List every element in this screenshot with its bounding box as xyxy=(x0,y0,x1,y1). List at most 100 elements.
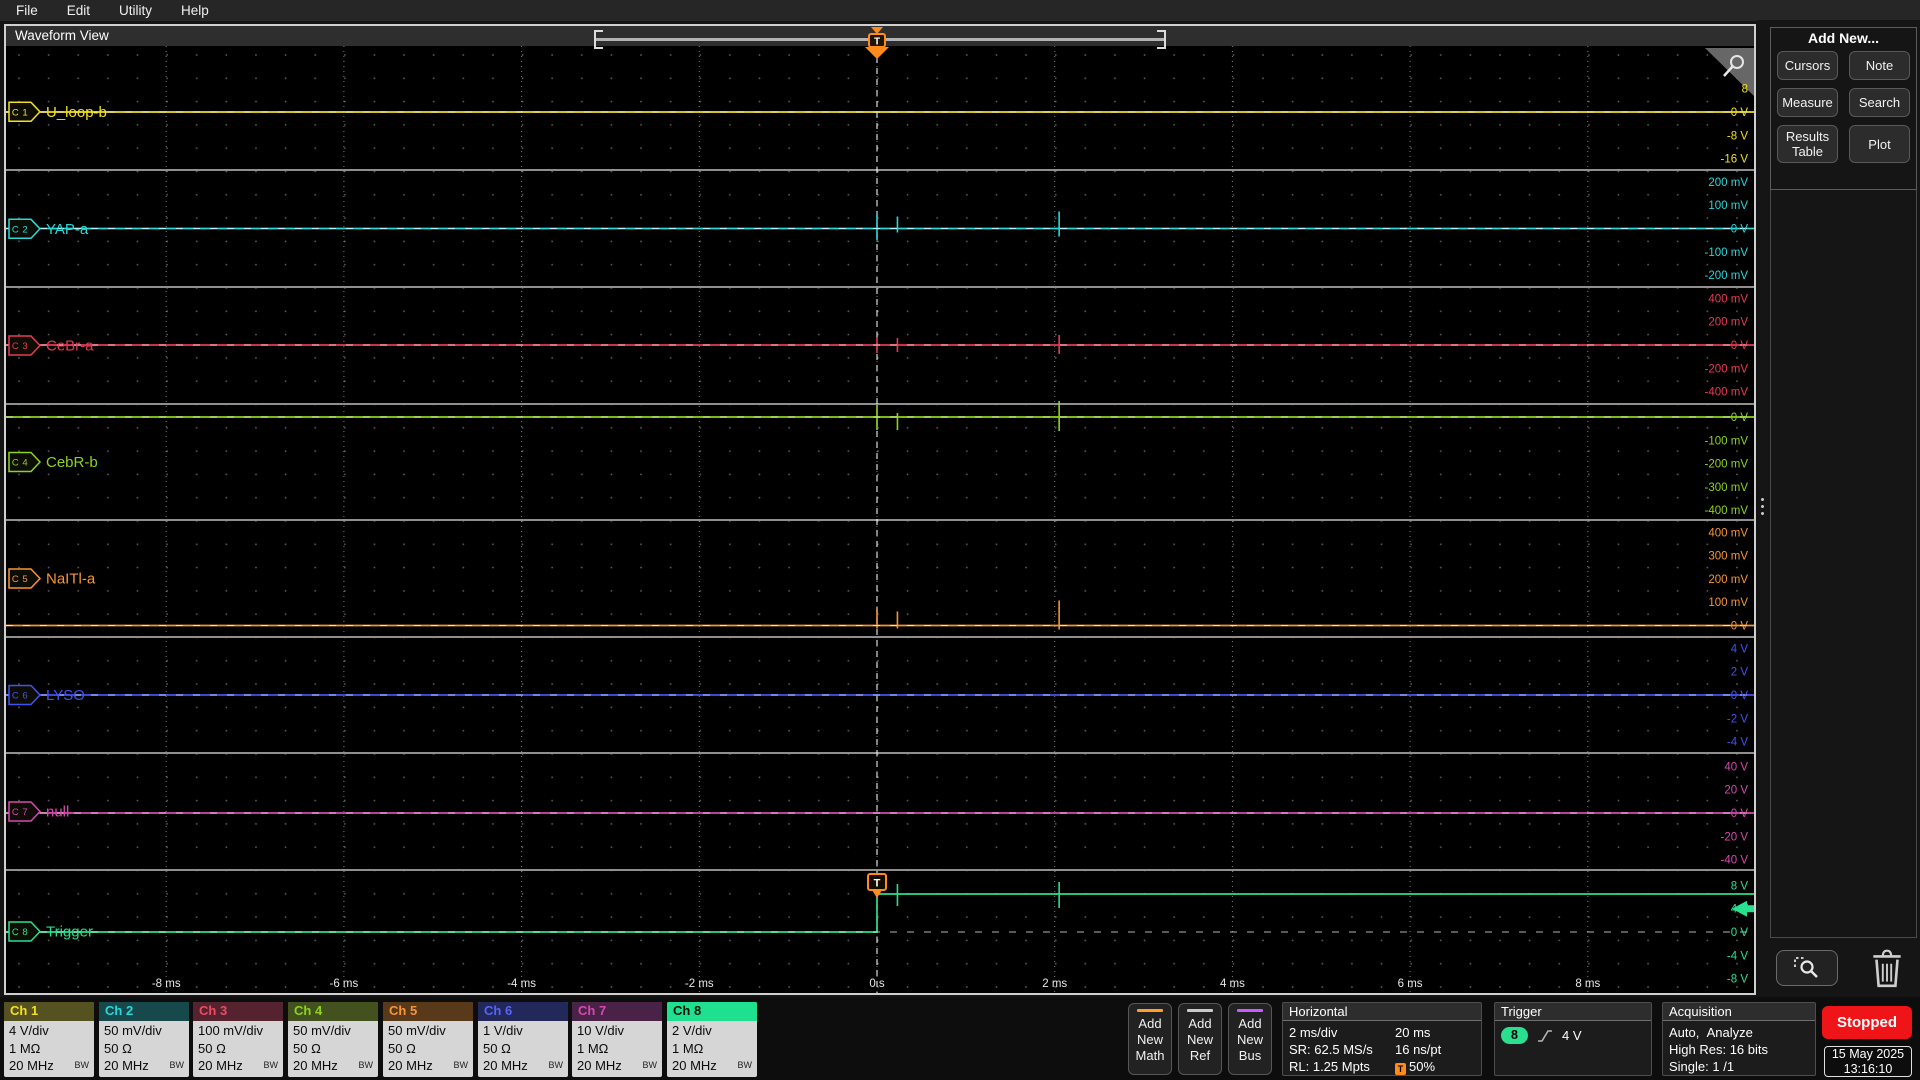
axis-label: 0 V xyxy=(1731,224,1749,236)
run-stop-button[interactable]: Stopped xyxy=(1822,1006,1912,1039)
badge-scale: 50 mV/div xyxy=(293,1023,351,1038)
search-button[interactable]: Search xyxy=(1849,88,1910,117)
time-axis-label: -4 ms xyxy=(507,978,536,990)
menu-file[interactable]: File xyxy=(16,3,38,18)
axis-label: -400 mV xyxy=(1705,387,1749,399)
right-panel: Add New... Cursors Note Measure Search R… xyxy=(1758,20,1920,998)
channel-badge-ch4[interactable]: Ch 4 50 mV/div 50 Ω 20 MHz BW xyxy=(288,1002,378,1077)
delete-button[interactable] xyxy=(1864,946,1910,990)
axis-label: -40 V xyxy=(1721,855,1749,867)
channel-badge-ch2[interactable]: Ch 2 50 mV/div 50 Ω 20 MHz BW xyxy=(99,1002,189,1077)
panel-divider xyxy=(1770,937,1917,938)
channel-name-8[interactable]: Trigger xyxy=(46,924,93,941)
badge-bandwidth: 20 MHz xyxy=(293,1058,338,1073)
badge-scale: 10 V/div xyxy=(577,1023,624,1038)
menu-help[interactable]: Help xyxy=(181,3,209,18)
cursors-button[interactable]: Cursors xyxy=(1777,51,1838,80)
menu-bar: File Edit Utility Help xyxy=(0,0,1920,21)
add-new-ref-button[interactable]: Add New Ref xyxy=(1178,1003,1222,1075)
horizontal-panel-title: Horizontal xyxy=(1283,1003,1481,1021)
results-table-button[interactable]: Results Table xyxy=(1777,125,1838,163)
badge-bandwidth: 20 MHz xyxy=(483,1058,528,1073)
zoom-select-button[interactable] xyxy=(1776,950,1838,986)
badge-title: Ch 5 xyxy=(383,1002,473,1021)
sample-rate: SR: 62.5 MS/s xyxy=(1289,1042,1373,1057)
zoom-select-icon xyxy=(1794,957,1818,978)
axis-label: 8 V xyxy=(1731,880,1749,892)
channel-name-5[interactable]: NaITl-a xyxy=(46,571,96,588)
channel-tag-label: C 6 xyxy=(12,691,28,702)
badge-scale: 4 V/div xyxy=(9,1023,49,1038)
time-axis-label: 4 ms xyxy=(1220,978,1245,990)
add-new-math-label: Add New Math xyxy=(1135,1016,1165,1063)
record-length-row: RL: 1.25 Mpts xyxy=(1289,1058,1475,1075)
plot-button[interactable]: Plot xyxy=(1849,125,1910,163)
time-axis-label: 6 ms xyxy=(1398,978,1423,990)
horizontal-scale: 2 ms/div xyxy=(1289,1025,1338,1040)
axis-label: 4 V xyxy=(1731,643,1749,655)
channel-badge-ch8[interactable]: Ch 8 2 V/div 1 MΩ 20 MHz BW xyxy=(667,1002,757,1077)
axis-label: -100 mV xyxy=(1705,247,1749,259)
badge-impedance: 50 Ω xyxy=(104,1040,132,1056)
trigger-point-letter: T xyxy=(874,878,881,890)
horizontal-position: 50% xyxy=(1409,1059,1436,1074)
axis-label: 40 V xyxy=(1724,761,1748,773)
axis-label: -300 mV xyxy=(1705,482,1749,494)
axis-label: -200 mV xyxy=(1705,270,1749,282)
channel-name-3[interactable]: CeBr-a xyxy=(46,338,94,355)
time-axis-label: 0 s xyxy=(869,978,885,990)
axis-label: -20 V xyxy=(1721,831,1749,843)
channel-badge-ch7[interactable]: Ch 7 10 V/div 1 MΩ 20 MHz BW xyxy=(572,1002,662,1077)
rising-edge-icon xyxy=(1538,1029,1552,1042)
bandwidth-limit-icon: BW xyxy=(74,1060,90,1070)
badge-bandwidth: 20 MHz xyxy=(198,1058,243,1073)
add-new-bus-button[interactable]: Add New Bus xyxy=(1228,1003,1272,1075)
trigger-panel[interactable]: Trigger 8 4 V xyxy=(1494,1002,1652,1076)
acquisition-panel[interactable]: Acquisition Auto, Analyze High Res: 16 b… xyxy=(1662,1002,1816,1076)
menu-utility[interactable]: Utility xyxy=(119,3,152,18)
channel-name-6[interactable]: LYSO xyxy=(46,687,85,704)
channel-badge-ch6[interactable]: Ch 6 1 V/div 50 Ω 20 MHz BW xyxy=(478,1002,568,1077)
channel-tag-label: C 5 xyxy=(12,574,28,585)
panel-drag-handle[interactable] xyxy=(1761,498,1764,515)
axis-label: 200 mV xyxy=(1708,177,1748,189)
acquisition-analyze: Analyze xyxy=(1706,1025,1753,1040)
add-new-math-button[interactable]: Add New Math xyxy=(1128,1003,1172,1075)
menu-edit[interactable]: Edit xyxy=(67,3,90,18)
badge-impedance: 50 Ω xyxy=(293,1040,321,1056)
badge-bandwidth: 20 MHz xyxy=(672,1058,717,1073)
channel-name-2[interactable]: YAP-a xyxy=(46,221,89,238)
badge-impedance: 1 MΩ xyxy=(577,1040,609,1056)
ref-accent xyxy=(1187,1009,1213,1012)
time-label: 13:16:10 xyxy=(1843,1062,1893,1076)
channel-badge-ch1[interactable]: Ch 1 4 V/div 1 MΩ 20 MHz BW xyxy=(4,1002,94,1077)
measure-button[interactable]: Measure xyxy=(1777,88,1838,117)
badge-bandwidth: 20 MHz xyxy=(9,1058,54,1073)
bandwidth-limit-icon: BW xyxy=(358,1060,374,1070)
channel-badge-ch3[interactable]: Ch 3 100 mV/div 50 Ω 20 MHz BW xyxy=(193,1002,283,1077)
axis-label: -100 mV xyxy=(1705,435,1749,447)
badge-scale: 50 mV/div xyxy=(104,1023,162,1038)
channel-name-4[interactable]: CebR-b xyxy=(46,454,98,471)
bandwidth-limit-icon: BW xyxy=(642,1060,658,1070)
channel-name-7[interactable]: null xyxy=(46,804,69,821)
channel-badge-ch5[interactable]: Ch 5 50 mV/div 50 Ω 20 MHz BW xyxy=(383,1002,473,1077)
badge-scale: 2 V/div xyxy=(672,1023,712,1038)
axis-label: 400 mV xyxy=(1708,293,1748,305)
acquisition-single: Single: 1 /1 xyxy=(1669,1059,1735,1074)
horizontal-panel[interactable]: Horizontal 2 ms/div SR: 62.5 MS/s RL: 1.… xyxy=(1282,1002,1482,1076)
bandwidth-limit-icon: BW xyxy=(737,1060,753,1070)
badge-scale: 1 V/div xyxy=(483,1023,523,1038)
axis-label: 2 V xyxy=(1731,667,1749,679)
waveform-plot[interactable]: 8 0 V -8 V -16 V 200 mV 100 mV 0 V -100 mV -200 … xyxy=(6,46,1756,993)
note-button[interactable]: Note xyxy=(1849,51,1910,80)
badge-title: Ch 7 xyxy=(572,1002,662,1021)
add-new-grid: Cursors Note Measure Search Results Tabl… xyxy=(1777,51,1910,163)
axis-label: -2 V xyxy=(1727,713,1748,725)
bandwidth-limit-icon: BW xyxy=(169,1060,185,1070)
channel-name-1[interactable]: U_loop-b xyxy=(46,104,107,121)
channel-tag-label: C 4 xyxy=(12,458,28,469)
horizontal-window: 20 ms xyxy=(1395,1025,1431,1040)
tab-waveform-view[interactable]: Waveform View xyxy=(15,28,109,43)
badge-scale: 100 mV/div xyxy=(198,1023,264,1038)
